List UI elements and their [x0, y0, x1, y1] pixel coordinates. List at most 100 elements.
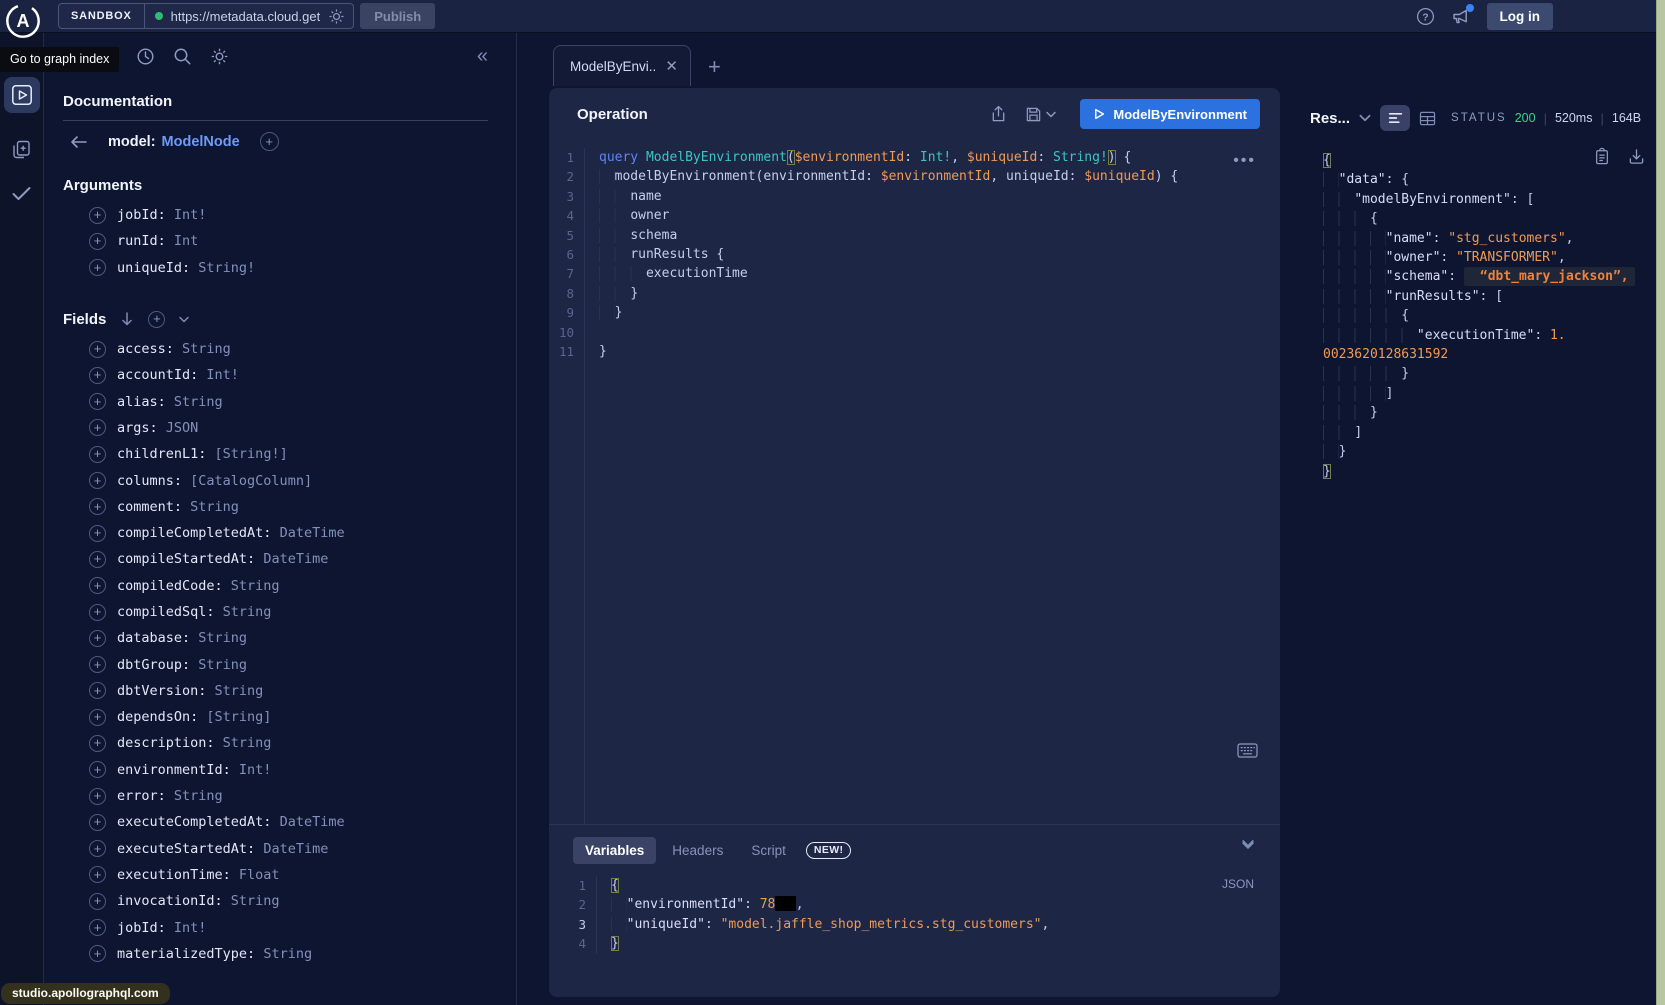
schema-field-row[interactable]: +uniqueId: String! [63, 255, 488, 281]
variables-editor[interactable]: 1234 { "environmentId": 78, "uniqueId": … [573, 876, 1256, 954]
sort-descending-icon[interactable] [120, 311, 134, 327]
schema-field-row[interactable]: +accountId: Int! [63, 362, 488, 388]
share-operation-icon[interactable] [990, 105, 1007, 123]
close-tab-icon[interactable]: ✕ [665, 59, 678, 74]
schema-field-row[interactable]: +description: String [63, 730, 488, 756]
collapse-sidebar-icon[interactable]: « [477, 46, 488, 66]
login-button[interactable]: Log in [1487, 3, 1554, 30]
apollo-logo[interactable]: A [4, 2, 42, 40]
tab-script[interactable]: Script [739, 837, 798, 864]
schema-field-row[interactable]: +compiledCode: String [63, 573, 488, 599]
add-to-query-icon[interactable]: + [89, 788, 106, 805]
apollo-studio-sandbox: { "colors": { "accent_blue": "#2b72e0", … [0, 0, 1665, 1005]
endpoint-input[interactable]: https://metadata.cloud.get [145, 8, 354, 25]
add-to-query-icon[interactable]: + [89, 446, 106, 463]
save-operation-group[interactable] [1025, 106, 1056, 123]
rail-collections-item[interactable] [11, 139, 32, 160]
settings-gear-icon[interactable] [210, 47, 229, 66]
announcements-megaphone-icon[interactable] [1451, 7, 1471, 25]
response-json[interactable]: { "data": { "modelByEnvironment": [ { "n… [1323, 151, 1653, 481]
schema-field-row[interactable]: +alias: String [63, 388, 488, 414]
schema-field-row[interactable]: +database: String [63, 625, 488, 651]
download-response-icon[interactable] [1628, 147, 1645, 166]
editor-more-menu-icon[interactable]: ••• [1233, 152, 1256, 170]
schema-field-row[interactable]: +childrenL1: [String!] [63, 441, 488, 467]
add-to-query-icon[interactable]: + [89, 709, 106, 726]
add-to-query-icon[interactable]: + [89, 840, 106, 857]
schema-field-row[interactable]: +compileStartedAt: DateTime [63, 546, 488, 572]
publish-button[interactable]: Publish [360, 3, 435, 29]
help-icon[interactable]: ? [1416, 7, 1435, 26]
collapse-panel-icon[interactable] [1242, 839, 1254, 850]
add-to-query-icon[interactable]: + [89, 498, 106, 515]
add-to-query-icon[interactable]: + [89, 630, 106, 647]
add-to-query-icon[interactable]: + [89, 604, 106, 621]
back-arrow-icon[interactable] [70, 135, 88, 149]
new-tab-icon[interactable]: + [708, 56, 721, 78]
add-all-fields-icon[interactable]: + [260, 132, 279, 151]
schema-field-row[interactable]: +environmentId: Int! [63, 757, 488, 783]
schema-field-row[interactable]: +executeStartedAt: DateTime [63, 836, 488, 862]
run-operation-button[interactable]: ModelByEnvironment [1080, 99, 1260, 129]
add-to-query-icon[interactable]: + [89, 419, 106, 436]
endpoint-url[interactable]: https://metadata.cloud.get [171, 9, 321, 24]
operation-editor[interactable]: 1234567891011 query ModelByEnvironment($… [549, 140, 1280, 824]
add-to-query-icon[interactable]: + [89, 341, 106, 358]
operation-gutter: 1234567891011 [549, 148, 585, 824]
add-to-query-icon[interactable]: + [89, 761, 106, 778]
add-to-query-icon[interactable]: + [89, 577, 106, 594]
schema-field-row[interactable]: +materializedType: String [63, 941, 488, 967]
schema-field-row[interactable]: +executeCompletedAt: DateTime [63, 809, 488, 835]
tab-headers[interactable]: Headers [660, 837, 735, 864]
table-view-button[interactable] [1419, 111, 1436, 126]
schema-field-row[interactable]: +access: String [63, 336, 488, 362]
add-to-query-icon[interactable]: + [89, 945, 106, 962]
add-to-query-icon[interactable]: + [89, 367, 106, 384]
endpoint-settings-gear-icon[interactable] [328, 8, 345, 25]
operation-code: query ModelByEnvironment($environmentId:… [585, 148, 1178, 824]
schema-field-row[interactable]: +executionTime: Float [63, 862, 488, 888]
rail-explorer-item[interactable] [4, 77, 40, 113]
schema-field-row[interactable]: +error: String [63, 783, 488, 809]
history-clock-icon[interactable] [136, 47, 155, 66]
schema-field-row[interactable]: +jobId: Int! [63, 914, 488, 940]
schema-field-row[interactable]: +compileCompletedAt: DateTime [63, 520, 488, 546]
tab-variables[interactable]: Variables [573, 837, 656, 864]
schema-field-row[interactable]: +jobId: Int! [63, 202, 488, 228]
formatted-view-button[interactable] [1380, 105, 1410, 131]
schema-field-row[interactable]: +dbtVersion: String [63, 678, 488, 704]
add-to-query-icon[interactable]: + [89, 893, 106, 910]
schema-field-row[interactable]: +compiledSql: String [63, 599, 488, 625]
link-preview-statusbar: studio.apollographql.com [1, 983, 170, 1004]
search-icon[interactable] [173, 47, 192, 66]
add-to-query-icon[interactable]: + [89, 525, 106, 542]
response-body: { "data": { "modelByEnvironment": [ { "n… [1310, 151, 1653, 481]
schema-field-row[interactable]: +args: JSON [63, 415, 488, 441]
add-fields-chevron-icon[interactable] [179, 316, 189, 323]
add-to-query-icon[interactable]: + [89, 814, 106, 831]
add-to-query-icon[interactable]: + [89, 393, 106, 410]
copy-response-icon[interactable] [1594, 147, 1610, 166]
schema-field-row[interactable]: +invocationId: String [63, 888, 488, 914]
schema-field-row[interactable]: +dbtGroup: String [63, 651, 488, 677]
add-to-query-icon[interactable]: + [89, 735, 106, 752]
breadcrumb-type-link[interactable]: ModelNode [162, 134, 240, 150]
add-to-query-icon[interactable]: + [89, 919, 106, 936]
add-to-query-icon[interactable]: + [89, 551, 106, 568]
add-fields-icon[interactable]: + [148, 311, 165, 328]
operation-tab[interactable]: ModelByEnvi... ✕ [553, 45, 691, 86]
keyboard-shortcuts-icon[interactable] [1237, 743, 1258, 758]
add-to-query-icon[interactable]: + [89, 259, 106, 276]
schema-field-row[interactable]: +dependsOn: [String] [63, 704, 488, 730]
add-to-query-icon[interactable]: + [89, 682, 106, 699]
schema-field-row[interactable]: +runId: Int [63, 228, 488, 254]
add-to-query-icon[interactable]: + [89, 233, 106, 250]
add-to-query-icon[interactable]: + [89, 207, 106, 224]
response-chevron-icon[interactable] [1359, 114, 1371, 122]
add-to-query-icon[interactable]: + [89, 656, 106, 673]
schema-field-row[interactable]: +comment: String [63, 494, 488, 520]
add-to-query-icon[interactable]: + [89, 472, 106, 489]
schema-field-row[interactable]: +columns: [CatalogColumn] [63, 467, 488, 493]
add-to-query-icon[interactable]: + [89, 866, 106, 883]
rail-checklist-item[interactable] [11, 186, 32, 201]
